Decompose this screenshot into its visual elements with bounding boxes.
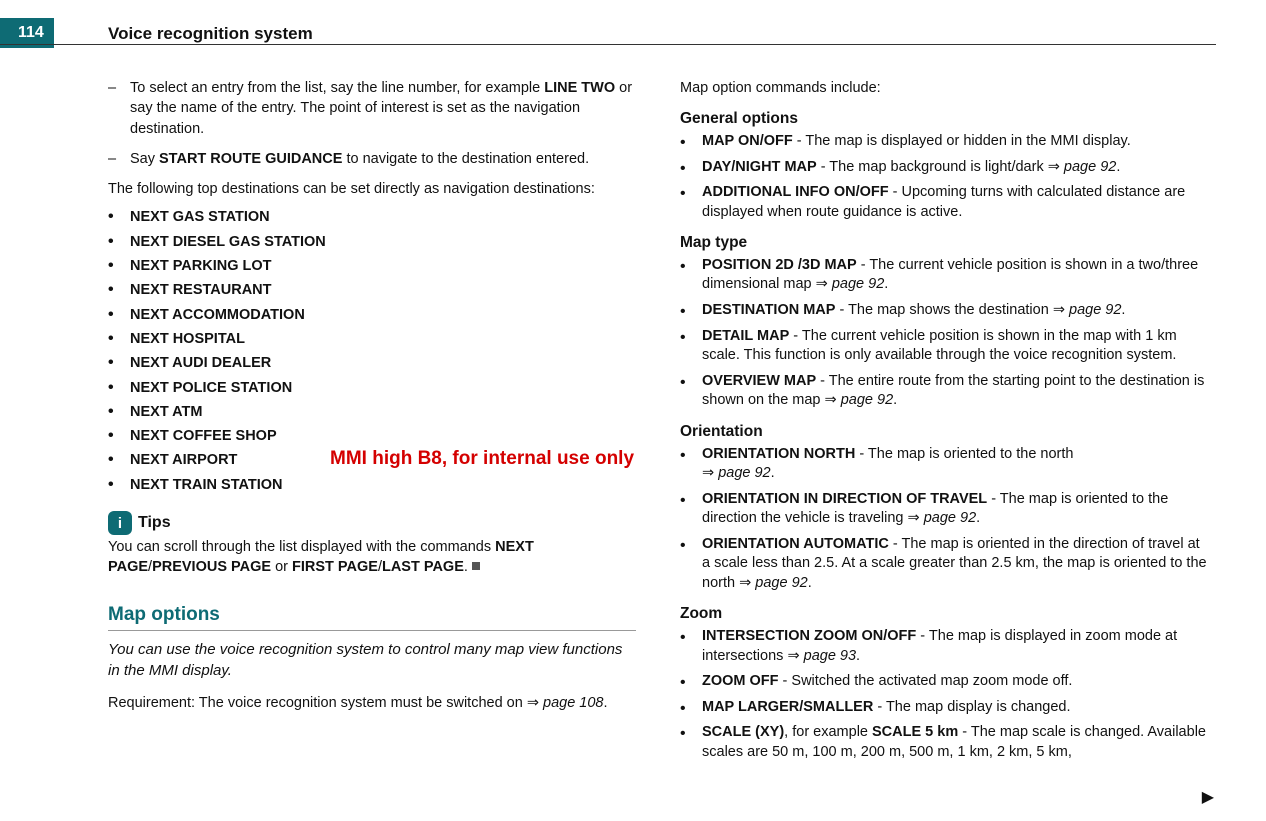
page-content: – To select an entry from the list, say … [108, 78, 1208, 821]
list-item: ORIENTATION IN DIRECTION OF TRAVEL - The… [680, 490, 1208, 529]
tips-text: You can scroll through the list displaye… [108, 537, 636, 578]
zoom-list: INTERSECTION ZOOM ON/OFF - The map is di… [680, 627, 1208, 762]
info-icon: i [108, 511, 132, 535]
chapter-title: Voice recognition system [108, 22, 313, 46]
list-item: ORIENTATION AUTOMATIC - The map is orien… [680, 535, 1208, 594]
list-item: NEXT GAS STATION [108, 207, 636, 227]
list-item: NEXT DIESEL GAS STATION [108, 232, 636, 252]
list-item: NEXT PARKING LOT [108, 256, 636, 276]
general-options-list: MAP ON/OFF - The map is displayed or hid… [680, 132, 1208, 222]
list-item: OVERVIEW MAP - The entire route from the… [680, 372, 1208, 411]
list-item: NEXT POLICE STATION [108, 378, 636, 398]
list-item: ZOOM OFF - Switched the activated map zo… [680, 672, 1208, 692]
list-item: NEXT COFFEE SHOP [108, 426, 636, 446]
sub-heading-zoom: Zoom [680, 603, 1208, 625]
header-rule [0, 44, 1216, 45]
section-intro: You can use the voice recognition system… [108, 639, 636, 681]
list-item: NEXT TRAIN STATION [108, 475, 636, 495]
list-item: ADDITIONAL INFO ON/OFF - Upcoming turns … [680, 183, 1208, 222]
list-item: NEXT AUDI DEALER [108, 353, 636, 373]
maptype-list: POSITION 2D /3D MAP - The current vehicl… [680, 256, 1208, 411]
list-item: ORIENTATION NORTH - The map is oriented … [680, 445, 1208, 484]
dash-marker: – [108, 149, 130, 169]
list-item: MAP ON/OFF - The map is displayed or hid… [680, 132, 1208, 152]
list-item: SCALE (XY), for example SCALE 5 km - The… [680, 723, 1208, 762]
right-column: Map option commands include: General opt… [680, 78, 1208, 821]
instruction-text: Say START ROUTE GUIDANCE to navigate to … [130, 149, 636, 169]
sub-heading-maptype: Map type [680, 232, 1208, 254]
sub-heading-orientation: Orientation [680, 421, 1208, 443]
requirement-text: Requirement: The voice recognition syste… [108, 693, 636, 713]
list-item: NEXT ATM [108, 402, 636, 422]
instruction-text: To select an entry from the list, say th… [130, 78, 636, 139]
tips-heading: i Tips [108, 511, 636, 535]
list-item: NEXT HOSPITAL [108, 329, 636, 349]
list-item: POSITION 2D /3D MAP - The current vehicl… [680, 256, 1208, 295]
paragraph: The following top destinations can be se… [108, 179, 636, 199]
dash-marker: – [108, 78, 130, 139]
watermark: MMI high B8, for internal use only [330, 446, 634, 473]
instruction-list: – To select an entry from the list, say … [108, 78, 636, 169]
list-item: DETAIL MAP - The current vehicle positio… [680, 327, 1208, 366]
end-marker-icon [472, 562, 480, 570]
continue-arrow-icon: ▶ [1202, 787, 1214, 809]
list-item: NEXT RESTAURANT [108, 280, 636, 300]
tips-label: Tips [138, 512, 171, 534]
list-item: INTERSECTION ZOOM ON/OFF - The map is di… [680, 627, 1208, 666]
list-item: NEXT ACCOMMODATION [108, 305, 636, 325]
sub-heading-general: General options [680, 108, 1208, 130]
instruction-item: – Say START ROUTE GUIDANCE to navigate t… [108, 149, 636, 169]
instruction-item: – To select an entry from the list, say … [108, 78, 636, 139]
list-item: DAY/NIGHT MAP - The map background is li… [680, 158, 1208, 178]
section-heading-map-options: Map options [108, 602, 636, 632]
paragraph: Map option commands include: [680, 78, 1208, 98]
orientation-list: ORIENTATION NORTH - The map is oriented … [680, 445, 1208, 594]
list-item: DESTINATION MAP - The map shows the dest… [680, 301, 1208, 321]
list-item: MAP LARGER/SMALLER - The map display is … [680, 698, 1208, 718]
